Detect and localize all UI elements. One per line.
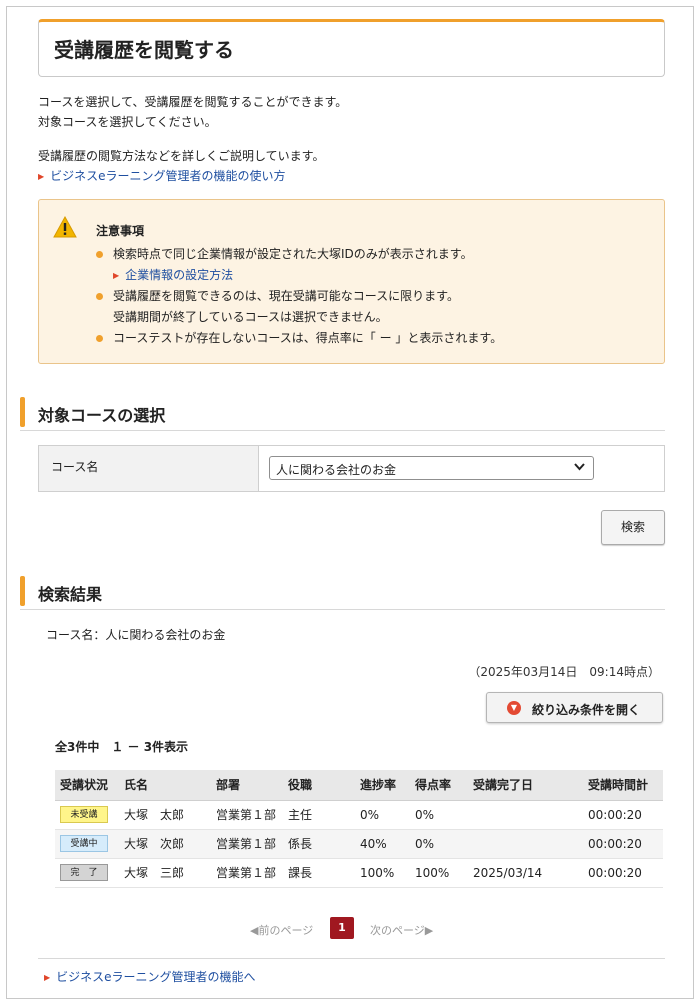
filter-open-button[interactable]: ▼ 絞り込み条件を開く: [486, 692, 663, 723]
intro-line-2: 対象コースを選択してください。: [38, 115, 217, 129]
notice-item-1: 検索時点で同じ企業情報が設定された大塚IDのみが表示されます。: [113, 247, 473, 261]
notice-item-2-sub: 受講期間が終了しているコースは選択できません。: [113, 310, 388, 324]
arrow-right-icon: ▶: [44, 973, 51, 982]
chevron-down-circle-icon: ▼: [507, 701, 521, 715]
help-block: 受講履歴の閲覧方法などを詳しくご説明しています。 ▶ ビジネスeラーニング管理者の…: [38, 146, 324, 187]
page-title: 受講履歴を閲覧する: [54, 38, 234, 62]
warning-icon: [53, 216, 77, 238]
arrow-right-icon: ▶: [38, 171, 45, 181]
cell-role: 課長: [283, 858, 355, 888]
cell-progress: 40%: [355, 829, 410, 859]
cell-dept: 営業第１部: [211, 829, 283, 859]
cell-score: 0%: [410, 800, 468, 830]
notice-title: 注意事項: [96, 224, 145, 238]
cell-done-date: 2025/03/14: [468, 858, 583, 888]
course-section-header: 対象コースの選択: [20, 397, 665, 431]
course-select-value: 人に関わる会社のお金: [276, 463, 397, 477]
results-table: 受講状況 氏名 部署 役職 進捗率 得点率 受講完了日 受講時間計 未受講 大塚…: [55, 770, 663, 888]
page-title-box: 受講履歴を閲覧する: [38, 19, 665, 77]
results-section-title: 検索結果: [38, 585, 103, 604]
section-accent-bar: [20, 576, 25, 606]
section-accent-bar: [20, 397, 25, 427]
cell-total-time: 00:00:20: [583, 800, 663, 830]
next-page: 次のページ▶: [370, 924, 434, 937]
result-course-name: コース名：人に関わる会社のお金: [46, 628, 226, 642]
col-name: 氏名: [119, 770, 211, 801]
cell-name: 大塚 次郎: [119, 829, 211, 859]
notice-list: 検索時点で同じ企業情報が設定された大塚IDのみが表示されます。 ▶ 企業情報の設定…: [96, 244, 502, 349]
table-row: 完 了 大塚 三郎 営業第１部 課長 100% 100% 2025/03/14 …: [55, 858, 663, 888]
bullet-icon: [96, 335, 103, 342]
cell-total-time: 00:00:20: [583, 858, 663, 888]
notice-box: 注意事項 検索時点で同じ企業情報が設定された大塚IDのみが表示されます。 ▶ 企業…: [38, 199, 665, 364]
cell-done-date: [468, 800, 583, 830]
course-select-table: コース名 人に関わる会社のお金: [38, 445, 665, 492]
result-count: 全3件中 １ － 3件表示: [55, 740, 189, 754]
cell-role: 主任: [283, 800, 355, 830]
notice-item-2: 受講履歴を閲覧できるのは、現在受講可能なコースに限ります。: [113, 289, 459, 303]
chevron-down-icon: [574, 461, 585, 474]
col-score: 得点率: [410, 770, 468, 801]
chevron-right-icon: ▶: [424, 924, 434, 937]
course-select[interactable]: 人に関わる会社のお金: [269, 456, 594, 480]
help-text: 受講履歴の閲覧方法などを詳しくご説明しています。: [38, 149, 325, 163]
admin-functions-link[interactable]: ビジネスeラーニング管理者の機能へ: [56, 970, 255, 984]
cell-score: 0%: [410, 829, 468, 859]
page-current[interactable]: 1: [330, 917, 354, 939]
filter-open-label: 絞り込み条件を開く: [532, 703, 641, 717]
col-role: 役職: [283, 770, 355, 801]
footer-divider: [38, 958, 665, 959]
cell-total-time: 00:00:20: [583, 829, 663, 859]
cell-progress: 0%: [355, 800, 410, 830]
cell-name: 大塚 三郎: [119, 858, 211, 888]
col-status: 受講状況: [55, 770, 119, 801]
pagination: ◀前のページ 1 次のページ▶: [0, 917, 700, 939]
bullet-icon: [96, 251, 103, 258]
course-value-cell: 人に関わる会社のお金: [259, 446, 664, 491]
course-section-title: 対象コースの選択: [38, 406, 166, 425]
help-link[interactable]: ビジネスeラーニング管理者の機能の使い方: [50, 169, 285, 183]
search-button[interactable]: 検索: [601, 510, 665, 545]
result-timestamp: （2025年03月14日 09:14時点）: [468, 665, 660, 679]
status-badge: 完 了: [60, 864, 108, 881]
col-progress: 進捗率: [355, 770, 410, 801]
cell-role: 係長: [283, 829, 355, 859]
prev-page: ◀前のページ: [250, 924, 314, 937]
course-label: コース名: [39, 446, 259, 491]
cell-score: 100%: [410, 858, 468, 888]
notice-item-3: コーステストが存在しないコースは、得点率に「 ー 」と表示されます。: [113, 331, 503, 345]
cell-name: 大塚 太郎: [119, 800, 211, 830]
col-done-date: 受講完了日: [468, 770, 583, 801]
arrow-right-icon: ▶: [113, 271, 120, 280]
cell-dept: 営業第１部: [211, 800, 283, 830]
cell-dept: 営業第１部: [211, 858, 283, 888]
results-section-header: 検索結果: [20, 576, 665, 610]
table-row: 未受講 大塚 太郎 営業第１部 主任 0% 0% 00:00:20: [55, 800, 663, 830]
cell-progress: 100%: [355, 858, 410, 888]
intro-line-1: コースを選択して、受講履歴を閲覧することができます。: [38, 95, 348, 109]
status-badge: 未受講: [60, 806, 108, 823]
status-badge: 受講中: [60, 835, 108, 852]
table-row: 受講中 大塚 次郎 営業第１部 係長 40% 0% 00:00:20: [55, 829, 663, 859]
col-dept: 部署: [211, 770, 283, 801]
footer-link-block: ▶ ビジネスeラーニング管理者の機能へ: [44, 968, 256, 985]
company-info-link[interactable]: 企業情報の設定方法: [125, 268, 233, 282]
bullet-icon: [96, 293, 103, 300]
cell-done-date: [468, 829, 583, 859]
intro-text: コースを選択して、受講履歴を閲覧することができます。 対象コースを選択してくださ…: [38, 92, 347, 132]
results-header-row: 受講状況 氏名 部署 役職 進捗率 得点率 受講完了日 受講時間計: [55, 770, 663, 801]
col-total-time: 受講時間計: [583, 770, 663, 801]
